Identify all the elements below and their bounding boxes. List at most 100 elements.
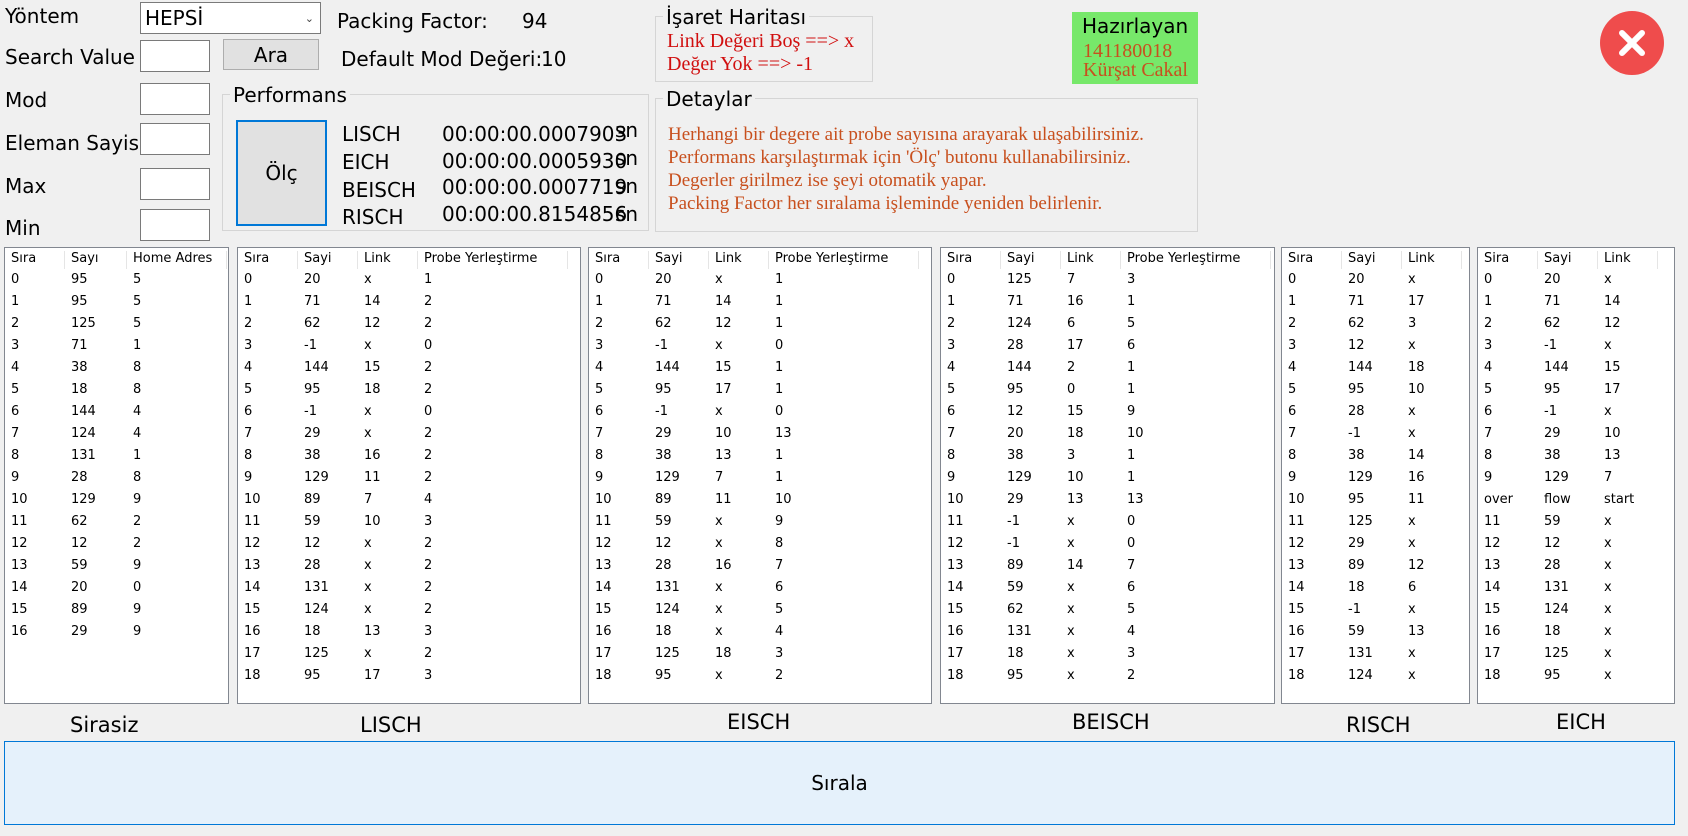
column-header[interactable]: Link <box>358 251 418 269</box>
table-row[interactable]: 8 38 13 1 <box>589 446 931 468</box>
column-header[interactable]: Probe Yerleştirme <box>769 251 919 269</box>
table-row[interactable]: 15 124 x 5 <box>589 600 931 622</box>
table-row[interactable]: 17 125 x <box>1478 644 1674 666</box>
table-row[interactable]: 12 -1 x 0 <box>941 534 1274 556</box>
table-row[interactable]: 6 -1 x 0 <box>589 402 931 424</box>
table-row[interactable]: 14 131 x <box>1478 578 1674 600</box>
table-row[interactable]: 13 28 x 2 <box>238 556 580 578</box>
table-row[interactable]: 17 125 x 2 <box>238 644 580 666</box>
table-row[interactable]: 12 12 x 2 <box>238 534 580 556</box>
sirala-button[interactable]: Sırala <box>4 741 1675 825</box>
table-row[interactable]: 15 62 x 5 <box>941 600 1274 622</box>
table-row[interactable]: 13 28 x <box>1478 556 1674 578</box>
table-row[interactable]: 9 129 11 2 <box>238 468 580 490</box>
table-row[interactable]: 10 89 7 4 <box>238 490 580 512</box>
listview-sirasiz[interactable]: Sıra Sayı Home Adres 0 95 5 1 95 5 2 125 5 3 71 1 4 38 8 5… <box>4 247 229 704</box>
table-row[interactable]: 2 62 3 <box>1282 314 1469 336</box>
table-row[interactable]: 10 129 9 <box>5 490 228 512</box>
mod-input[interactable] <box>140 83 210 115</box>
table-row[interactable]: 14 131 x 6 <box>589 578 931 600</box>
table-row[interactable]: 15 89 9 <box>5 600 228 622</box>
ara-button[interactable]: Ara <box>223 39 319 70</box>
yontem-select[interactable]: HEPSİ ⌄ <box>140 2 321 34</box>
table-row[interactable]: 7 20 18 10 <box>941 424 1274 446</box>
table-row[interactable]: 8 38 13 <box>1478 446 1674 468</box>
table-row[interactable]: 9 129 16 <box>1282 468 1469 490</box>
column-header[interactable]: Sıra <box>238 251 298 269</box>
table-row[interactable]: 8 131 1 <box>5 446 228 468</box>
table-row[interactable]: 13 89 12 <box>1282 556 1469 578</box>
table-row[interactable]: 5 95 17 <box>1478 380 1674 402</box>
table-row[interactable]: 5 18 8 <box>5 380 228 402</box>
column-header[interactable]: Sıra <box>941 251 1001 269</box>
column-header[interactable]: Sayi <box>1342 251 1402 269</box>
column-header[interactable]: Sıra <box>5 251 65 269</box>
table-row[interactable]: 12 12 x <box>1478 534 1674 556</box>
table-row[interactable]: 1 71 16 1 <box>941 292 1274 314</box>
table-row[interactable]: 11 62 2 <box>5 512 228 534</box>
table-row[interactable]: 15 124 x <box>1478 600 1674 622</box>
table-row[interactable]: 2 124 6 5 <box>941 314 1274 336</box>
table-row[interactable]: 14 18 6 <box>1282 578 1469 600</box>
table-row[interactable]: 4 38 8 <box>5 358 228 380</box>
table-row[interactable]: 18 95 x <box>1478 666 1674 688</box>
close-button[interactable] <box>1600 11 1664 75</box>
table-row[interactable]: 6 -1 x 0 <box>238 402 580 424</box>
table-row[interactable]: 7 -1 x <box>1282 424 1469 446</box>
table-row[interactable]: 1 95 5 <box>5 292 228 314</box>
table-row[interactable]: 16 59 13 <box>1282 622 1469 644</box>
table-row[interactable]: 14 59 x 6 <box>941 578 1274 600</box>
table-row[interactable]: 18 95 x 2 <box>941 666 1274 688</box>
table-row[interactable]: 16 18 x 4 <box>589 622 931 644</box>
table-row[interactable]: 3 12 x <box>1282 336 1469 358</box>
table-row[interactable]: 14 131 x 2 <box>238 578 580 600</box>
table-row[interactable]: 4 144 18 <box>1282 358 1469 380</box>
table-row[interactable]: 15 124 x 2 <box>238 600 580 622</box>
table-row[interactable]: 1 71 17 <box>1282 292 1469 314</box>
table-row[interactable]: 2 125 5 <box>5 314 228 336</box>
table-row[interactable]: 17 18 x 3 <box>941 644 1274 666</box>
table-row[interactable]: 10 95 11 <box>1282 490 1469 512</box>
table-row[interactable]: 9 28 8 <box>5 468 228 490</box>
column-header[interactable]: Home Adres <box>127 251 227 269</box>
listview-eich[interactable]: Sira Sayi Link 0 20 x 1 71 14 2 62 12 3 -1 x 4 144 15 5 95 1… <box>1477 247 1675 704</box>
table-row[interactable]: 6 12 15 9 <box>941 402 1274 424</box>
search-value-input[interactable] <box>140 40 210 72</box>
table-row[interactable]: 12 29 x <box>1282 534 1469 556</box>
column-header[interactable]: Sıra <box>1282 251 1342 269</box>
min-input[interactable] <box>140 209 210 241</box>
listview-eisch[interactable]: Sıra Sayi Link Probe Yerleştirme 0 20 x 1 1 71 14 1… <box>588 247 932 704</box>
table-row[interactable]: 4 144 15 <box>1478 358 1674 380</box>
column-header[interactable]: Sıra <box>589 251 649 269</box>
table-row[interactable]: 17 125 18 3 <box>589 644 931 666</box>
table-row[interactable]: 6 -1 x <box>1478 402 1674 424</box>
table-row[interactable]: 7 29 10 13 <box>589 424 931 446</box>
table-row[interactable]: 0 125 7 3 <box>941 270 1274 292</box>
column-header[interactable]: Link <box>1061 251 1121 269</box>
table-row[interactable]: 0 20 x <box>1478 270 1674 292</box>
listview-lisch[interactable]: Sıra Sayi Link Probe Yerleştirme 0 20 x 1 1 71 14 2… <box>237 247 581 704</box>
table-row[interactable]: 16 131 x 4 <box>941 622 1274 644</box>
listview-risch[interactable]: Sıra Sayi Link 0 20 x 1 71 17 2 62 3 3 12 x 4 144 18 5 95 10… <box>1281 247 1470 704</box>
table-row[interactable]: 2 62 12 2 <box>238 314 580 336</box>
table-row[interactable]: 5 95 17 1 <box>589 380 931 402</box>
table-row[interactable]: 4 144 15 2 <box>238 358 580 380</box>
column-header[interactable]: Sayı <box>65 251 127 269</box>
table-row[interactable]: 14 20 0 <box>5 578 228 600</box>
table-row[interactable]: 5 95 10 <box>1282 380 1469 402</box>
table-row[interactable]: 10 89 11 10 <box>589 490 931 512</box>
table-row[interactable]: 3 -1 x 0 <box>238 336 580 358</box>
column-header[interactable]: Sayi <box>298 251 358 269</box>
table-row[interactable]: 3 -1 x <box>1478 336 1674 358</box>
table-row[interactable]: 3 -1 x 0 <box>589 336 931 358</box>
column-header[interactable]: Link <box>1402 251 1462 269</box>
column-header[interactable]: Probe Yerleştirme <box>418 251 568 269</box>
table-row[interactable]: 13 28 16 7 <box>589 556 931 578</box>
table-row[interactable]: 0 20 x 1 <box>589 270 931 292</box>
table-row[interactable]: 10 29 13 13 <box>941 490 1274 512</box>
listview-beisch[interactable]: Sıra Sayi Link Probe Yerleştirme 0 125 7 3 1 71 16… <box>940 247 1275 704</box>
table-row[interactable]: over flow start <box>1478 490 1674 512</box>
column-header[interactable]: Sira <box>1478 251 1538 269</box>
column-header[interactable]: Link <box>709 251 769 269</box>
table-row[interactable]: 6 144 4 <box>5 402 228 424</box>
